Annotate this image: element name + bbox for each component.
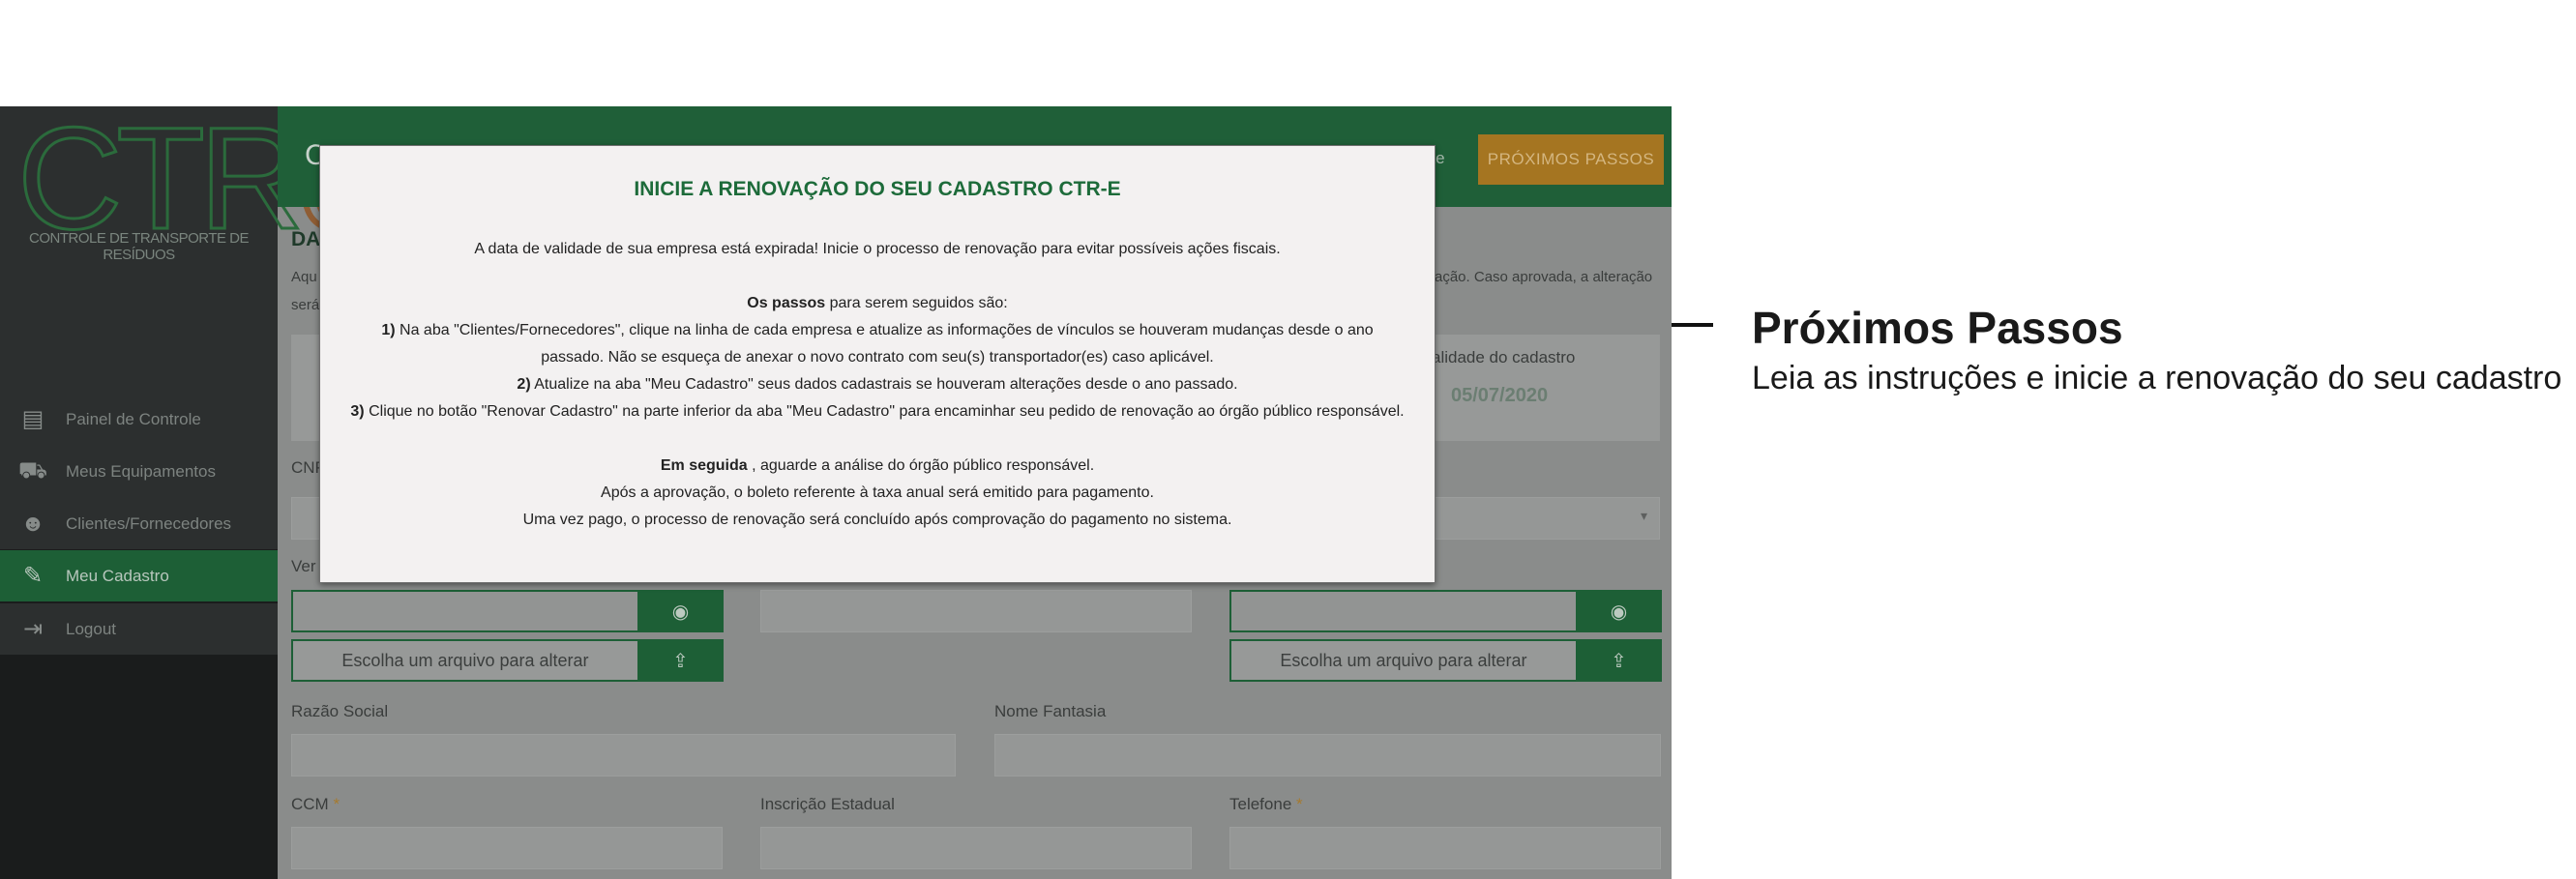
next-step-rest: , aguarde a análise do órgão público res…: [747, 457, 1095, 474]
required-mark: *: [1296, 795, 1303, 813]
sidebar-item-painel[interactable]: ▤ Painel de Controle: [0, 394, 278, 445]
annotation-connector: [1672, 323, 1713, 327]
razao-social-label: Razão Social: [291, 702, 389, 720]
validity-date: 05/07/2020: [1451, 385, 1549, 406]
eye-icon: ◉: [1610, 601, 1628, 623]
users-icon: ☻: [20, 510, 45, 537]
logo-tagline: CONTROLE DE TRANSPORTE DE RESÍDUOS: [29, 230, 250, 263]
inscricao-estadual-label: Inscrição Estadual: [760, 795, 895, 813]
steps-intro: Os passos para serem seguidos são:: [320, 295, 1435, 312]
sidebar-item-logout[interactable]: ⇥ Logout: [0, 603, 278, 655]
file-display-right[interactable]: [1229, 590, 1578, 632]
step-3: 3) Clique no botão "Renovar Cadastro" na…: [320, 403, 1435, 421]
steps-intro-bold: Os passos: [747, 295, 826, 311]
select-field[interactable]: ▾: [1434, 497, 1660, 540]
upload-label-left[interactable]: Escolha um arquivo para alterar: [291, 639, 639, 682]
sidebar-item-label: Meus Equipamentos: [66, 461, 216, 481]
renewal-modal: INICIE A RENOVAÇÃO DO SEU CADASTRO CTR-E…: [319, 145, 1436, 583]
app-window: CTRe CONTROLE DE TRANSPORTE DE RESÍDUOS …: [0, 106, 1672, 879]
upload-icon: ⇪: [672, 650, 689, 672]
telefone-label-text: Telefone: [1229, 795, 1292, 813]
annotation-title: Próximos Passos: [1752, 303, 2123, 353]
chevron-down-icon: ▾: [1640, 508, 1647, 523]
inscricao-estadual-input[interactable]: [760, 827, 1192, 869]
upload-button-right[interactable]: ⇪: [1576, 639, 1662, 682]
validity-card: alidade do cadastro 05/07/2020: [1432, 335, 1660, 441]
next-step-line: Em seguida , aguarde a análise do órgão …: [320, 457, 1435, 475]
logo-mark: CTRe: [15, 106, 381, 259]
validity-label: alidade do cadastro: [1432, 348, 1576, 366]
sidebar-panel: CTRe CONTROLE DE TRANSPORTE DE RESÍDUOS …: [0, 106, 382, 549]
sidebar-item-clientes[interactable]: ☻ Clientes/Fornecedores: [0, 498, 278, 549]
middle-input[interactable]: [760, 590, 1192, 632]
sidebar-item-label: Logout: [66, 619, 116, 638]
sidebar: CTRe CONTROLE DE TRANSPORTE DE RESÍDUOS …: [0, 106, 382, 879]
step-2-text: Atualize na aba "Meu Cadastro" seus dado…: [530, 376, 1238, 393]
step-2: 2) Atualize na aba "Meu Cadastro" seus d…: [320, 376, 1435, 394]
step-1-line-2: passado. Não se esqueça de anexar o novo…: [541, 349, 1214, 366]
intro-text-fragment: Aqu: [291, 269, 317, 285]
sidebar-item-label: Painel de Controle: [66, 409, 201, 428]
intro-text-fragment-right: ação. Caso aprovada, a alteração: [1435, 269, 1653, 285]
modal-title: INICIE A RENOVAÇÃO DO SEU CADASTRO CTR-E: [634, 178, 1121, 200]
logo: CTRe CONTROLE DE TRANSPORTE DE RESÍDUOS: [0, 106, 381, 263]
sidebar-item-label: Meu Cadastro: [66, 566, 169, 585]
edit-icon: ✎: [22, 563, 44, 589]
nome-fantasia-input[interactable]: [994, 734, 1661, 776]
truck-icon: ⛟: [17, 456, 48, 483]
telefone-label: Telefone *: [1229, 795, 1303, 814]
sidebar-item-label: Clientes/Fornecedores: [66, 513, 232, 533]
steps-intro-rest: para serem seguidos são:: [825, 295, 1008, 311]
step-1-number: 1): [381, 322, 396, 338]
upload-icon: ⇪: [1611, 650, 1627, 672]
expired-notice: A data de validade de sua empresa está e…: [474, 241, 1281, 257]
approval-line: Após a aprovação, o boleto referente à t…: [601, 484, 1154, 501]
sidebar-item-meu-cadastro[interactable]: ✎ Meu Cadastro: [0, 550, 278, 601]
payment-line: Uma vez pago, o processo de renovação se…: [522, 512, 1232, 528]
next-steps-button[interactable]: PRÓXIMOS PASSOS: [1478, 134, 1664, 185]
nome-fantasia-label: Nome Fantasia: [994, 702, 1107, 720]
step-2-number: 2): [517, 376, 531, 393]
sidebar-item-equipamentos[interactable]: ⛟ Meus Equipamentos: [0, 446, 278, 497]
ver-label-fragment: Ver: [291, 557, 316, 575]
ccm-input[interactable]: [291, 827, 723, 869]
logout-icon: ⇥: [22, 616, 44, 642]
view-file-button-left[interactable]: ◉: [637, 590, 724, 632]
required-mark: *: [333, 795, 341, 813]
step-3-number: 3): [350, 403, 365, 420]
step-1-text: Na aba "Clientes/Fornecedores", clique n…: [395, 322, 1374, 338]
razao-social-input[interactable]: [291, 734, 956, 776]
section-title-fragment: DA: [291, 228, 321, 250]
ccm-label: CCM *: [291, 795, 340, 814]
dashboard-icon: ▤: [21, 406, 44, 432]
cnpj-input[interactable]: [291, 497, 320, 540]
ccm-label-text: CCM: [291, 795, 329, 813]
annotation-subtitle: Leia as instruções e inicie a renovação …: [1752, 360, 2562, 396]
file-display-left[interactable]: [291, 590, 639, 632]
telefone-input[interactable]: [1229, 827, 1661, 869]
step-3-text: Clique no botão "Renovar Cadastro" na pa…: [364, 403, 1405, 420]
upload-label-right[interactable]: Escolha um arquivo para alterar: [1229, 639, 1578, 682]
intro-text-fragment-2: será: [291, 297, 320, 313]
view-file-button-right[interactable]: ◉: [1576, 590, 1662, 632]
eye-icon: ◉: [671, 601, 690, 623]
next-step-bold: Em seguida: [660, 457, 748, 474]
step-1-line-1: 1) Na aba "Clientes/Fornecedores", cliqu…: [320, 322, 1435, 339]
upload-button-left[interactable]: ⇪: [637, 639, 724, 682]
